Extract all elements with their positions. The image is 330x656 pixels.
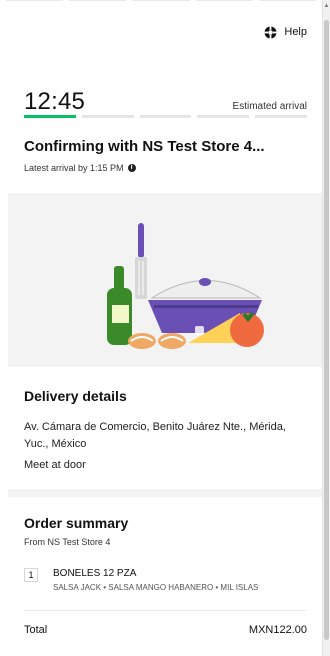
- progress-step-3: [139, 115, 192, 118]
- delivery-progress-bar: [24, 115, 307, 118]
- help-icon: [264, 26, 277, 39]
- top-edge-lines: [0, 0, 322, 3]
- item-options: SALSA JACK • SALSA MANGO HABANERO • MIL …: [53, 583, 259, 592]
- total-value: MXN122.00: [248, 624, 307, 636]
- order-store-name: From NS Test Store 4: [24, 537, 111, 547]
- top-edge-line: [258, 0, 317, 1]
- eta-label: Estimated arrival: [232, 101, 307, 112]
- bread-icon: [128, 333, 186, 349]
- latest-arrival-row: Latest arrival by 1:15 PM i: [24, 163, 136, 173]
- info-icon[interactable]: i: [127, 164, 136, 172]
- order-item: 1 BONELES 12 PZA SALSA JACK • SALSA MANG…: [24, 568, 308, 594]
- delivery-details-title: Delivery details: [24, 388, 127, 404]
- cooking-ingredients-illustration: [8, 193, 322, 367]
- total-row: Total MXN122.00: [24, 624, 307, 636]
- vertical-scrollbar[interactable]: ▲: [322, 0, 330, 656]
- tomato-icon: [230, 311, 264, 347]
- progress-step-2: [81, 115, 134, 118]
- order-status-title: Confirming with NS Test Store 4...: [24, 138, 265, 155]
- spatula-icon: [135, 223, 147, 299]
- help-button[interactable]: Help: [264, 24, 307, 40]
- top-edge-line: [69, 0, 127, 1]
- top-edge-line: [195, 0, 253, 1]
- scroll-up-arrow-icon[interactable]: ▲: [323, 2, 330, 10]
- top-edge-line: [132, 0, 190, 1]
- top-edge-line: [6, 0, 64, 1]
- latest-arrival-text: Latest arrival by 1:15 PM: [24, 163, 124, 173]
- eta-time: 12:45: [24, 88, 86, 115]
- order-tracking-content: Help 12:45 Estimated arrival Confirming …: [0, 0, 322, 656]
- order-tracking-page: Help 12:45 Estimated arrival Confirming …: [0, 0, 330, 656]
- progress-step-4: [197, 115, 250, 118]
- total-separator: [24, 610, 307, 611]
- item-details: BONELES 12 PZA SALSA JACK • SALSA MANGO …: [53, 568, 258, 594]
- progress-step-1: [24, 115, 76, 118]
- progress-step-5: [255, 115, 307, 118]
- scrollbar-thumb[interactable]: [324, 20, 329, 640]
- delivery-address: Av. Cámara de Comercio, Benito Juárez Nt…: [24, 421, 286, 450]
- item-name: BONELES 12 PZA: [53, 568, 137, 579]
- eta-row: 12:45 Estimated arrival: [24, 82, 307, 114]
- bottle-icon: [107, 266, 132, 345]
- delivery-instructions: Meet at door: [24, 459, 86, 471]
- section-divider: [8, 489, 322, 497]
- help-label: Help: [284, 26, 307, 38]
- order-summary-title: Order summary: [24, 515, 129, 531]
- total-label: Total: [24, 624, 48, 636]
- item-quantity: 1: [24, 568, 38, 582]
